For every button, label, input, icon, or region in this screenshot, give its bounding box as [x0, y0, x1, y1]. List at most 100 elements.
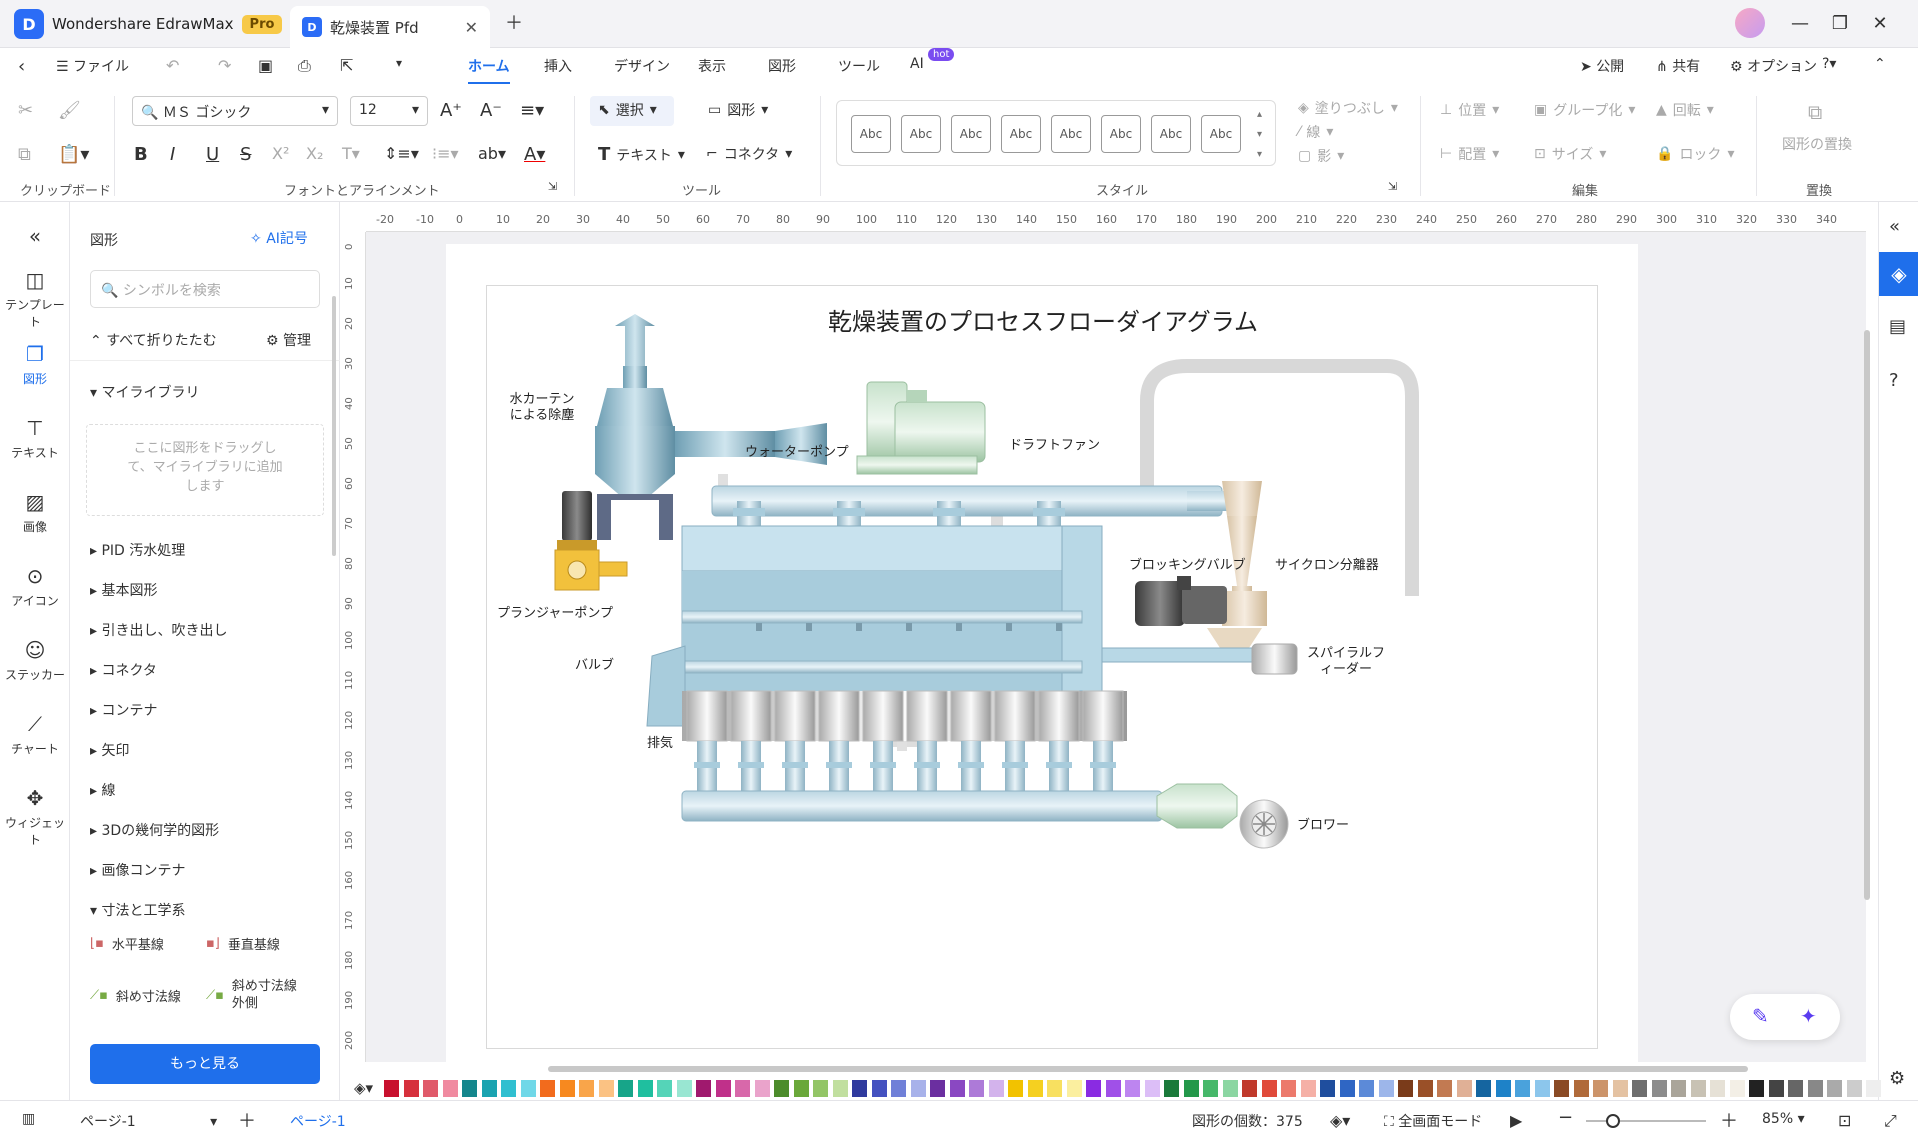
- cut-icon[interactable]: ✂: [18, 100, 33, 121]
- color-swatch[interactable]: [618, 1080, 633, 1097]
- color-swatch[interactable]: [559, 1080, 575, 1097]
- file-menu[interactable]: ☰ ファイル: [56, 56, 129, 76]
- text-case-icon[interactable]: T▾: [342, 144, 360, 163]
- color-swatch[interactable]: [501, 1080, 516, 1097]
- more-shapes-button[interactable]: もっと見る: [90, 1044, 320, 1084]
- user-avatar[interactable]: [1735, 8, 1765, 38]
- color-swatch[interactable]: [462, 1080, 477, 1097]
- ai-sparkle-icon[interactable]: ✦: [1800, 1004, 1817, 1028]
- library-item[interactable]: ▸ 矢印: [90, 740, 129, 760]
- fullscreen-button[interactable]: ⛶ 全画面モード: [1384, 1111, 1482, 1131]
- shape-tool[interactable]: ▭ 図形 ▾: [708, 100, 768, 120]
- group-button[interactable]: ▣ グループ化 ▾: [1534, 100, 1635, 120]
- color-swatch[interactable]: [793, 1080, 809, 1097]
- color-swatch[interactable]: [1846, 1080, 1862, 1097]
- undo-icon[interactable]: ↶: [166, 56, 179, 75]
- label-valve[interactable]: バルブ: [575, 654, 614, 673]
- paste-icon[interactable]: 📋▾: [58, 144, 89, 165]
- color-swatch[interactable]: [1203, 1080, 1218, 1097]
- color-swatch[interactable]: [637, 1080, 653, 1097]
- color-swatch[interactable]: [1593, 1080, 1608, 1097]
- font-color-icon[interactable]: A▾: [524, 144, 545, 165]
- expand-right-panel-icon[interactable]: «: [1889, 216, 1900, 237]
- publish-button[interactable]: ➤ 公開: [1580, 56, 1624, 76]
- color-swatch[interactable]: [1398, 1080, 1413, 1097]
- color-swatch[interactable]: [891, 1080, 906, 1097]
- increase-font-icon[interactable]: A⁺: [440, 100, 462, 121]
- color-swatch[interactable]: [1144, 1080, 1160, 1097]
- color-swatch[interactable]: [423, 1080, 438, 1097]
- color-swatch[interactable]: [1027, 1080, 1043, 1097]
- color-swatch[interactable]: [1417, 1080, 1433, 1097]
- tab-insert[interactable]: 挿入: [544, 56, 572, 76]
- share-button[interactable]: ⋔ 共有: [1656, 56, 1700, 76]
- color-swatch[interactable]: [1534, 1080, 1550, 1097]
- color-swatch[interactable]: [1768, 1080, 1784, 1097]
- color-swatch[interactable]: [481, 1080, 497, 1097]
- nav-image[interactable]: ▨ 画像: [0, 490, 70, 535]
- collapse-panel-icon[interactable]: «: [0, 224, 70, 248]
- library-item[interactable]: ▾ 寸法と工学系: [90, 900, 185, 920]
- color-swatch[interactable]: [1105, 1080, 1121, 1097]
- nav-templates[interactable]: ◫ テンプレート: [0, 268, 70, 330]
- color-swatch[interactable]: [696, 1080, 711, 1097]
- page-select[interactable]: ページ-1 ▾: [80, 1111, 217, 1131]
- color-swatch[interactable]: [1164, 1080, 1179, 1097]
- style-preset[interactable]: Abc: [901, 115, 941, 153]
- line-spacing-icon[interactable]: ⇕≡▾: [384, 144, 419, 163]
- symbol-search-input[interactable]: 🔍 シンボルを検索: [90, 270, 320, 308]
- superscript-icon[interactable]: X²: [272, 144, 289, 163]
- library-item[interactable]: ▸ 画像コンテナ: [90, 860, 185, 880]
- color-swatch[interactable]: [1866, 1080, 1881, 1097]
- color-swatch[interactable]: [1710, 1080, 1725, 1097]
- color-swatch[interactable]: [1729, 1080, 1745, 1097]
- color-swatch[interactable]: [1047, 1080, 1062, 1097]
- nav-stickers[interactable]: ☺ ステッカー: [0, 638, 70, 683]
- color-swatch[interactable]: [1066, 1080, 1082, 1097]
- style-preset[interactable]: Abc: [1001, 115, 1041, 153]
- color-swatch[interactable]: [813, 1080, 828, 1097]
- library-item[interactable]: ▸ 線: [90, 780, 115, 800]
- font-family-select[interactable]: 🔍 ＭＳ ゴシック ▾: [132, 96, 338, 126]
- label-plunger-pump[interactable]: プランジャーポンプ: [497, 602, 613, 621]
- print-icon[interactable]: ⎙: [298, 56, 311, 76]
- color-swatch[interactable]: [1476, 1080, 1491, 1097]
- color-swatch[interactable]: [540, 1080, 555, 1097]
- library-item[interactable]: ▸ 3Dの幾何学的図形: [90, 820, 219, 840]
- color-swatch[interactable]: [715, 1080, 731, 1097]
- label-water-curtain[interactable]: 水カーテンによる除塵: [507, 392, 577, 424]
- lock-button[interactable]: 🔒 ロック ▾: [1656, 144, 1734, 164]
- color-swatch[interactable]: [1183, 1080, 1199, 1097]
- color-swatch[interactable]: [1261, 1080, 1277, 1097]
- color-swatch[interactable]: [1807, 1080, 1823, 1097]
- collapse-ribbon-icon[interactable]: ⌃: [1874, 56, 1886, 72]
- tab-home[interactable]: ホーム: [468, 56, 510, 84]
- redo-icon[interactable]: ↷: [218, 56, 231, 75]
- close-window-icon[interactable]: ✕: [1866, 10, 1894, 38]
- color-swatch[interactable]: [852, 1080, 867, 1097]
- color-swatch[interactable]: [988, 1080, 1004, 1097]
- label-water-pump[interactable]: ウォーターポンプ: [745, 441, 849, 460]
- color-swatch[interactable]: [930, 1080, 945, 1097]
- style-preset[interactable]: Abc: [1201, 115, 1241, 153]
- color-swatch[interactable]: [1242, 1080, 1257, 1097]
- color-swatch[interactable]: [1281, 1080, 1296, 1097]
- nav-widgets[interactable]: ✥ ウィジェット: [0, 786, 70, 848]
- style-preset[interactable]: Abc: [1151, 115, 1191, 153]
- nav-charts[interactable]: ⟋ チャート: [0, 712, 70, 757]
- new-tab-button[interactable]: ＋: [500, 10, 528, 38]
- color-swatch[interactable]: [1008, 1080, 1023, 1097]
- color-swatch[interactable]: [1437, 1080, 1452, 1097]
- library-item[interactable]: ▸ PID 汚水処理: [90, 540, 185, 560]
- collapse-all-button[interactable]: ⌃ すべて折りたたむ: [90, 330, 217, 350]
- library-item[interactable]: ▸ コンテナ: [90, 700, 157, 720]
- panel-scrollbar[interactable]: [332, 296, 336, 556]
- color-swatch[interactable]: [1515, 1080, 1530, 1097]
- dim-shape[interactable]: ⌊▪ 水平基線: [90, 934, 164, 953]
- magic-wand-icon[interactable]: ✎: [1752, 1004, 1769, 1028]
- shadow-button[interactable]: ▢ 影 ▾: [1298, 146, 1344, 166]
- style-preset[interactable]: Abc: [1051, 115, 1091, 153]
- zoom-in-button[interactable]: ＋: [1720, 1107, 1738, 1133]
- vertical-scrollbar[interactable]: [1864, 330, 1870, 900]
- color-swatch[interactable]: [1749, 1080, 1764, 1097]
